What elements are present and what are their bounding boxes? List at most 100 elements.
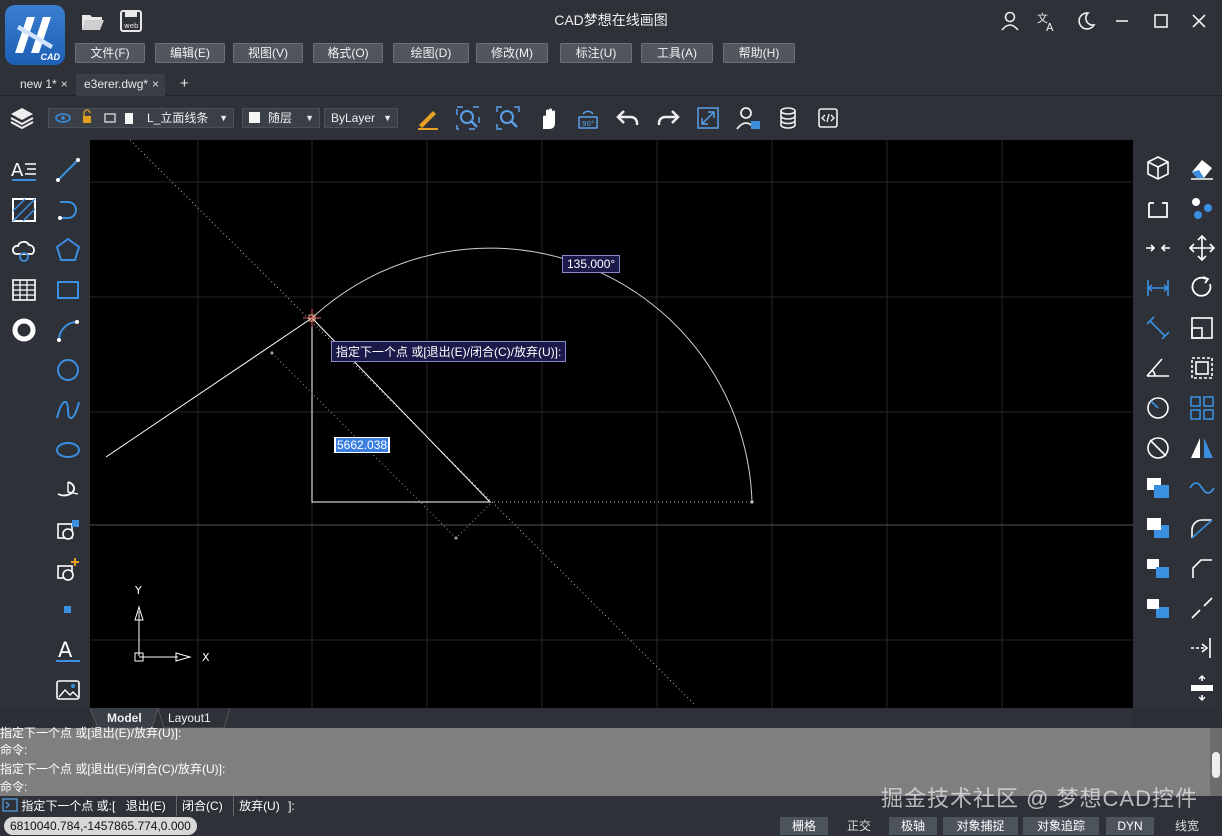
open-folder-icon[interactable]	[80, 8, 106, 34]
revision-cloud-icon[interactable]	[10, 236, 38, 264]
break-icon[interactable]	[1188, 594, 1216, 622]
toggle-osnap[interactable]: 对象捕捉	[943, 817, 1018, 835]
hatch-icon[interactable]	[10, 196, 38, 224]
offset-icon[interactable]	[1188, 474, 1216, 502]
move-icon[interactable]	[1188, 234, 1216, 262]
send-under-icon[interactable]	[1144, 594, 1172, 622]
ellipse-icon[interactable]	[54, 436, 82, 464]
zoom-extents-icon[interactable]	[495, 105, 521, 131]
menu-edit[interactable]: 编辑(E)	[155, 43, 225, 63]
lengthen-icon[interactable]	[1188, 674, 1216, 702]
join-icon[interactable]	[1144, 234, 1172, 262]
toggle-polar[interactable]: 极轴	[889, 817, 937, 835]
spline-icon[interactable]	[54, 396, 82, 424]
undo-icon[interactable]	[615, 105, 641, 131]
bring-above-icon[interactable]	[1144, 554, 1172, 582]
stretch-icon[interactable]	[1188, 354, 1216, 382]
user-icon[interactable]	[998, 9, 1022, 33]
translate-icon[interactable]: 文A	[1035, 9, 1059, 34]
point-icon[interactable]	[54, 596, 82, 624]
radius-dimension-icon[interactable]	[1144, 394, 1172, 422]
close-tab-icon[interactable]: ×	[61, 77, 68, 91]
layers-icon[interactable]	[9, 105, 35, 131]
add-tab-button[interactable]: +	[172, 74, 189, 96]
code-editor-icon[interactable]	[815, 105, 841, 131]
redo-icon[interactable]	[655, 105, 681, 131]
close-tab-icon[interactable]: ×	[152, 77, 165, 91]
close-icon[interactable]	[1187, 9, 1211, 33]
table-icon[interactable]	[10, 276, 38, 304]
polygon-icon[interactable]	[54, 236, 82, 264]
match-properties-icon[interactable]	[415, 105, 441, 131]
user-settings-icon[interactable]	[735, 105, 761, 131]
extend-icon[interactable]	[1188, 634, 1216, 662]
single-text-icon[interactable]: A	[54, 636, 82, 664]
menu-help[interactable]: 帮助(H)	[723, 43, 795, 63]
3d-box-icon[interactable]	[1144, 154, 1172, 182]
rotate-view-icon[interactable]: 90°	[575, 105, 601, 131]
rotate-icon[interactable]	[1188, 274, 1216, 302]
send-to-back-icon[interactable]	[1144, 514, 1172, 542]
rectangle-icon[interactable]	[54, 276, 82, 304]
dark-mode-icon[interactable]	[1073, 9, 1097, 33]
explode-icon[interactable]	[1144, 194, 1172, 222]
menu-draw[interactable]: 绘图(D)	[393, 43, 469, 63]
distance-input[interactable]: 5662.038	[334, 437, 391, 453]
option-exit[interactable]: 退出(E)	[121, 796, 171, 816]
mirror-icon[interactable]	[1188, 434, 1216, 462]
angular-dimension-icon[interactable]	[1144, 354, 1172, 382]
toggle-grid[interactable]: 栅格	[780, 817, 828, 835]
option-undo[interactable]: 放弃(U)	[233, 796, 285, 816]
bring-to-front-icon[interactable]	[1144, 474, 1172, 502]
polyline-icon[interactable]	[54, 196, 82, 224]
line-icon[interactable]	[54, 156, 82, 184]
minimize-icon[interactable]	[1110, 9, 1134, 33]
web-save-icon[interactable]: web	[118, 8, 144, 34]
menu-modify[interactable]: 修改(M)	[476, 43, 548, 63]
option-close[interactable]: 闭合(C)	[176, 796, 228, 816]
menu-dimension[interactable]: 标注(U)	[560, 43, 632, 63]
chevron-down-icon: ▼	[305, 113, 314, 123]
aligned-dimension-icon[interactable]	[1144, 314, 1172, 342]
linear-dimension-icon[interactable]	[1144, 274, 1172, 302]
diameter-dimension-icon[interactable]	[1144, 434, 1172, 462]
layer-combo[interactable]: L_立面线条 ▼	[48, 108, 234, 128]
toggle-ortho[interactable]: 正交	[835, 817, 883, 835]
app-logo[interactable]: CAD	[5, 5, 65, 65]
linetype-combo[interactable]: ByLayer ▼	[324, 108, 398, 128]
ellipse-arc-icon[interactable]	[54, 476, 82, 504]
menu-view[interactable]: 视图(V)	[233, 43, 303, 63]
toggle-otrack[interactable]: 对象追踪	[1023, 817, 1099, 835]
scroll-thumb[interactable]	[1212, 752, 1220, 778]
doc-tab-e3erer[interactable]: e3erer.dwg* ×	[76, 74, 166, 96]
menu-file[interactable]: 文件(F)	[75, 43, 145, 63]
svg-text:90°: 90°	[582, 120, 594, 128]
circle-icon[interactable]	[54, 356, 82, 384]
fullscreen-icon[interactable]	[695, 105, 721, 131]
database-icon[interactable]	[775, 105, 801, 131]
chamfer-icon[interactable]	[1188, 554, 1216, 582]
toggle-lineweight[interactable]: 线宽	[1162, 817, 1212, 835]
scale-icon[interactable]	[1188, 314, 1216, 342]
donut-icon[interactable]	[10, 316, 38, 344]
copy-objects-icon[interactable]	[1188, 194, 1216, 222]
multiline-text-icon[interactable]: A	[10, 156, 38, 184]
doc-tab-new1[interactable]: new 1* ×	[12, 74, 68, 96]
pan-hand-icon[interactable]	[535, 105, 561, 131]
maximize-icon[interactable]	[1149, 9, 1173, 33]
menu-format[interactable]: 格式(O)	[313, 43, 383, 63]
insert-block-icon[interactable]	[54, 516, 82, 544]
color-combo[interactable]: 随层 ▼	[242, 108, 320, 128]
toggle-dyn[interactable]: DYN	[1106, 817, 1154, 835]
erase-icon[interactable]	[1188, 154, 1216, 182]
fillet-icon[interactable]	[1188, 514, 1216, 542]
create-block-icon[interactable]	[54, 556, 82, 584]
zoom-window-icon[interactable]	[455, 105, 481, 131]
drawing-canvas[interactable]: Y X 135.000° 指定下一个点 或[退出(E)/闭合(C)/放弃(U)]…	[90, 140, 1133, 708]
insert-image-icon[interactable]	[54, 676, 82, 704]
arc-icon[interactable]	[54, 316, 82, 344]
history-scrollbar[interactable]	[1210, 728, 1222, 796]
menu-tools[interactable]: 工具(A)	[641, 43, 713, 63]
watermark: 掘金技术社区 @ 梦想CAD控件	[880, 786, 1198, 811]
array-icon[interactable]	[1188, 394, 1216, 422]
